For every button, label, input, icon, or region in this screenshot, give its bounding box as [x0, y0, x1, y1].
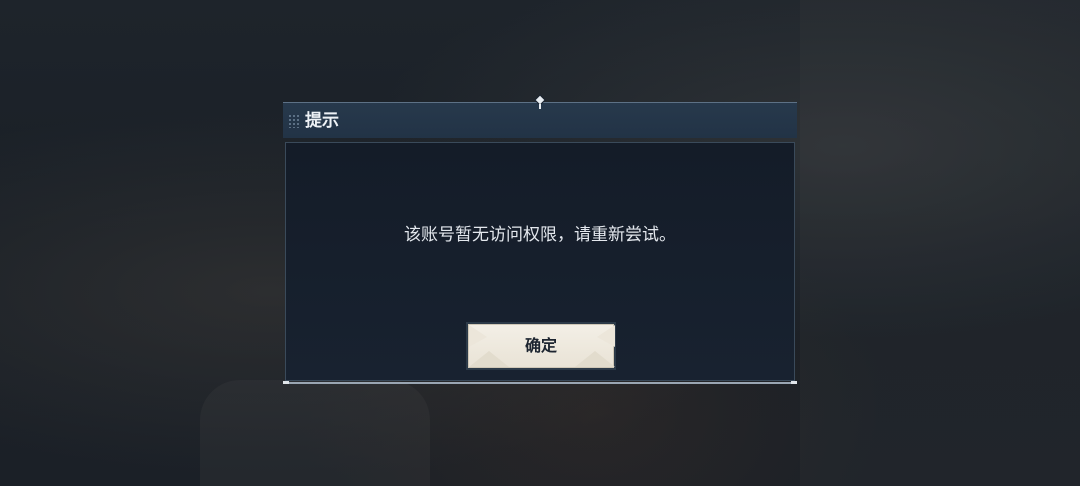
dialog-bottom-border [283, 382, 797, 384]
corner-tick-left [283, 381, 289, 384]
corner-tick-right [791, 381, 797, 384]
dotted-grip-icon [288, 114, 300, 128]
background-figure-right [800, 0, 1080, 486]
confirm-button-label: 确定 [524, 336, 557, 355]
dialog-title: 提示 [305, 111, 339, 131]
dialog-message: 该账号暂无访问权限，请重新尝试。 [404, 225, 676, 245]
alert-dialog: 提示 该账号暂无访问权限，请重新尝试。 确定 [283, 94, 797, 384]
background-figure [200, 380, 430, 486]
diamond-pin-icon [534, 94, 546, 109]
dialog-body: 该账号暂无访问权限，请重新尝试。 确定 [285, 142, 795, 381]
confirm-button[interactable]: 确定 [466, 322, 616, 370]
